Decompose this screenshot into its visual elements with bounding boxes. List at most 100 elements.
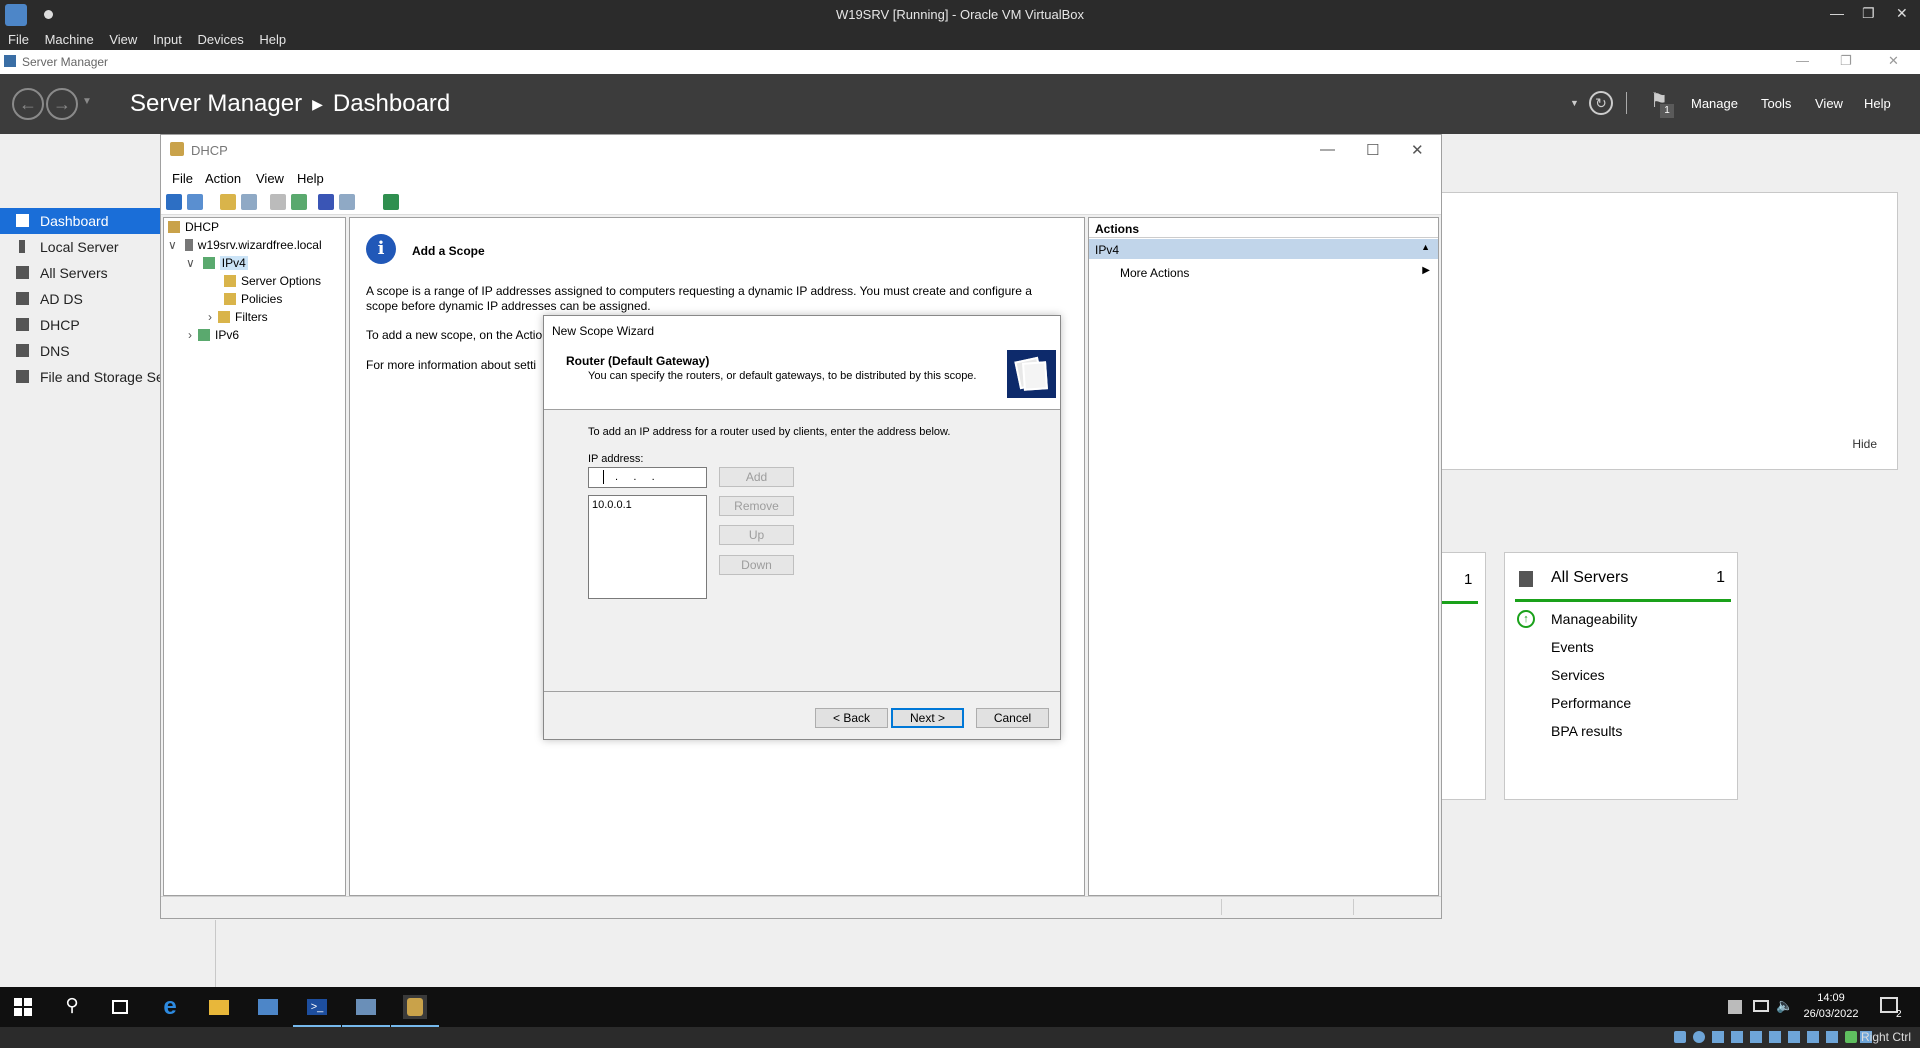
- vbox-menu-input[interactable]: Input: [153, 30, 182, 50]
- vbox-menu-help[interactable]: Help: [259, 30, 286, 50]
- down-button[interactable]: Down: [719, 555, 794, 575]
- back-button[interactable]: < Back: [815, 708, 888, 728]
- vbox-menu-file[interactable]: File: [8, 30, 29, 50]
- tree-node-ipv4[interactable]: ∨ IPv4: [186, 256, 248, 270]
- tray-network-manager-icon[interactable]: [1728, 1000, 1742, 1014]
- tray-date[interactable]: 26/03/2022: [1796, 1008, 1866, 1020]
- tree-node-policies[interactable]: Policies: [224, 292, 282, 306]
- internet-explorer-icon[interactable]: e: [158, 995, 182, 1019]
- vbox-recording-icon[interactable]: [1807, 1031, 1819, 1043]
- header-menu-tools[interactable]: Tools: [1761, 96, 1791, 111]
- expand-chevron-icon[interactable]: ∨: [168, 238, 177, 252]
- collapse-chevron-icon[interactable]: ›: [188, 328, 192, 342]
- cancel-button[interactable]: Cancel: [976, 708, 1049, 728]
- search-icon[interactable]: ⚲: [60, 995, 84, 1019]
- router-list-item[interactable]: 10.0.0.1: [592, 499, 632, 511]
- vbox-menu-machine[interactable]: Machine: [45, 30, 94, 50]
- dhcp-menu-action[interactable]: Action: [205, 171, 241, 186]
- tray-network-icon[interactable]: [1753, 1000, 1769, 1012]
- collapse-chevron-icon[interactable]: ›: [208, 310, 212, 324]
- tile-row-performance[interactable]: Performance: [1551, 695, 1631, 711]
- nav-item-dashboard[interactable]: Dashboard: [0, 208, 160, 234]
- nav-item-dhcp[interactable]: DHCP: [0, 312, 160, 338]
- tree-node-server-options[interactable]: Server Options: [224, 274, 321, 288]
- all-servers-tile[interactable]: All Servers 1 ↑ Manageability Events Ser…: [1504, 552, 1738, 800]
- remove-button[interactable]: Remove: [719, 496, 794, 516]
- toolbar-forward-icon[interactable]: [187, 194, 203, 210]
- toolbar-up-folder-icon[interactable]: [220, 194, 236, 210]
- vbox-menu-devices[interactable]: Devices: [197, 30, 243, 50]
- tree-node-server[interactable]: ∨ w19srv.wizardfree.local: [168, 238, 322, 252]
- sm-restore-icon[interactable]: ❐: [1840, 53, 1852, 69]
- toolbar-console-icon[interactable]: [383, 194, 399, 210]
- server-manager-taskbar-icon[interactable]: [256, 995, 280, 1019]
- add-button[interactable]: Add: [719, 467, 794, 487]
- tree-node-dhcp[interactable]: DHCP: [168, 220, 219, 234]
- vbox-optical-icon[interactable]: [1693, 1031, 1705, 1043]
- hide-link[interactable]: Hide: [1852, 437, 1877, 451]
- up-button[interactable]: Up: [719, 525, 794, 545]
- task-view-icon[interactable]: [108, 995, 132, 1019]
- notifications-flag-icon[interactable]: ⚑ 1: [1648, 88, 1674, 118]
- history-dropdown-icon[interactable]: ▼: [82, 96, 92, 107]
- dhcp-maximize-icon[interactable]: ☐: [1366, 141, 1379, 159]
- toolbar-back-icon[interactable]: [166, 194, 182, 210]
- file-explorer-icon[interactable]: [207, 995, 231, 1019]
- vbox-display-icon[interactable]: [1788, 1031, 1800, 1043]
- minimize-icon[interactable]: —: [1830, 5, 1844, 21]
- nav-item-ad-ds[interactable]: AD DS: [0, 286, 160, 312]
- expand-chevron-icon[interactable]: ∨: [186, 256, 195, 270]
- toolbar-view-icon[interactable]: [339, 194, 355, 210]
- tile-row-manageability[interactable]: Manageability: [1551, 611, 1637, 627]
- refresh-icon[interactable]: ↻: [1589, 91, 1613, 115]
- toolbar-help-icon[interactable]: [318, 194, 334, 210]
- nav-item-dns[interactable]: DNS: [0, 338, 160, 364]
- ip-address-input[interactable]: . . .: [588, 467, 707, 488]
- toolbar-refresh-icon[interactable]: [291, 194, 307, 210]
- dhcp-menu-help[interactable]: Help: [297, 171, 324, 186]
- vbox-audio-icon[interactable]: [1712, 1031, 1724, 1043]
- dhcp-console-taskbar-icon[interactable]: [391, 995, 439, 1027]
- start-windows-icon[interactable]: [12, 995, 36, 1019]
- toolbar-show-tree-icon[interactable]: [241, 194, 257, 210]
- toolbar-properties-icon[interactable]: [270, 194, 286, 210]
- nav-item-all-servers[interactable]: All Servers: [0, 260, 160, 286]
- tile-row-bpa-results[interactable]: BPA results: [1551, 723, 1622, 739]
- header-menu-view[interactable]: View: [1815, 96, 1843, 111]
- sm-close-icon[interactable]: ✕: [1888, 53, 1899, 69]
- next-button[interactable]: Next >: [891, 708, 964, 728]
- tray-time[interactable]: 14:09: [1802, 992, 1860, 1004]
- dhcp-menu-view[interactable]: View: [256, 171, 284, 186]
- header-menu-help[interactable]: Help: [1864, 96, 1891, 111]
- dhcp-minimize-icon[interactable]: —: [1320, 141, 1335, 158]
- nav-item-file-storage[interactable]: File and Storage Ser: [0, 364, 168, 390]
- nav-item-local-server[interactable]: Local Server: [0, 234, 160, 260]
- tile-row-events[interactable]: Events: [1551, 639, 1594, 655]
- header-menu-manage[interactable]: Manage: [1691, 96, 1738, 111]
- dhcp-close-icon[interactable]: ✕: [1411, 141, 1424, 159]
- dhcp-management-taskbar-icon[interactable]: [342, 995, 390, 1027]
- tile-row-services[interactable]: Services: [1551, 667, 1605, 683]
- collapse-up-icon[interactable]: ▲: [1421, 242, 1430, 252]
- vbox-cpu-icon[interactable]: [1826, 1031, 1838, 1043]
- forward-arrow-icon[interactable]: →: [46, 88, 78, 120]
- actions-section-ipv4[interactable]: IPv4 ▲: [1089, 239, 1438, 259]
- tree-node-ipv6[interactable]: › IPv6: [188, 328, 239, 342]
- action-more-actions[interactable]: More Actions ▶: [1089, 262, 1438, 282]
- close-icon[interactable]: ✕: [1896, 5, 1908, 22]
- powershell-icon[interactable]: >_: [293, 995, 341, 1027]
- restore-icon[interactable]: ❐: [1862, 5, 1875, 22]
- tray-volume-muted-icon[interactable]: 🔈: [1776, 997, 1793, 1014]
- vbox-hdd-icon[interactable]: [1674, 1031, 1686, 1043]
- back-arrow-icon[interactable]: ←: [12, 88, 44, 120]
- vbox-menu-view[interactable]: View: [109, 30, 137, 50]
- router-list[interactable]: 10.0.0.1: [588, 495, 707, 599]
- sm-minimize-icon[interactable]: —: [1796, 53, 1809, 68]
- vbox-usb-icon[interactable]: [1750, 1031, 1762, 1043]
- vbox-network-icon[interactable]: [1731, 1031, 1743, 1043]
- vbox-mouse-integration-icon[interactable]: [1845, 1031, 1857, 1043]
- tree-node-filters[interactable]: › Filters: [208, 310, 268, 324]
- dhcp-menu-file[interactable]: File: [172, 171, 193, 186]
- vbox-shared-folders-icon[interactable]: [1769, 1031, 1781, 1043]
- refresh-dropdown-icon[interactable]: ▼: [1570, 98, 1579, 108]
